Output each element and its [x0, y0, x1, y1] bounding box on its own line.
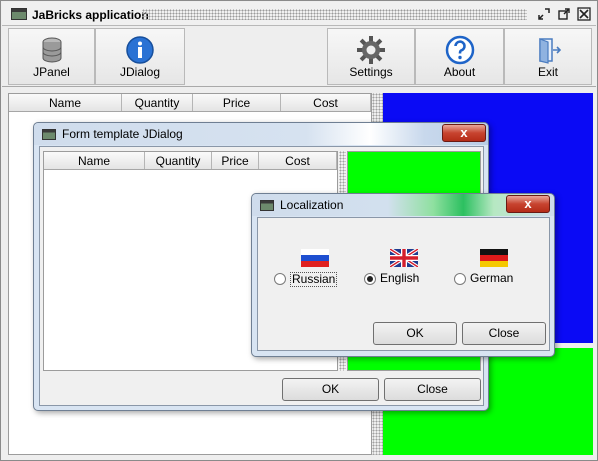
- english-radio-label[interactable]: English: [380, 272, 419, 285]
- toolbar: JPanel JDialog Settings About Exit: [2, 27, 596, 87]
- jpanel-button-label: JPanel: [33, 65, 70, 79]
- title-bar-grip: [142, 9, 527, 20]
- germany-flag-icon: [480, 249, 508, 267]
- application-window: JaBricks application JPanel JDialog Sett…: [0, 0, 598, 461]
- column-header-cost[interactable]: Cost: [281, 94, 371, 111]
- form-column-header-name[interactable]: Name: [44, 152, 145, 169]
- jpanel-button[interactable]: JPanel: [8, 28, 95, 85]
- maximize-icon[interactable]: [557, 7, 571, 21]
- localization-close-button[interactable]: Close: [462, 322, 546, 345]
- column-header-quantity[interactable]: Quantity: [122, 94, 193, 111]
- form-dialog-app-icon: [42, 129, 56, 140]
- settings-button[interactable]: Settings: [327, 28, 415, 85]
- jdialog-button[interactable]: JDialog: [95, 28, 185, 85]
- localization-dialog-close-icon[interactable]: x: [506, 195, 550, 213]
- exit-button-label: Exit: [537, 65, 558, 79]
- column-header-price[interactable]: Price: [193, 94, 281, 111]
- form-dialog-title: Form template JDialog: [62, 127, 183, 141]
- settings-button-label: Settings: [349, 65, 393, 79]
- exit-button[interactable]: Exit: [504, 28, 592, 85]
- english-radio[interactable]: [364, 273, 376, 285]
- exit-door-icon: [539, 38, 562, 64]
- app-title: JaBricks application: [32, 8, 149, 22]
- form-dialog-ok-button[interactable]: OK: [282, 378, 379, 401]
- uk-flag-icon: [390, 249, 418, 267]
- localization-dialog-title: Localization: [280, 198, 344, 212]
- localization-dialog-app-icon: [260, 200, 274, 211]
- localization-dialog-title-bar[interactable]: Localization x: [252, 194, 554, 216]
- gear-icon: [357, 36, 385, 64]
- close-icon[interactable]: [577, 7, 591, 21]
- question-icon: [445, 35, 474, 65]
- localization-dialog-body: Russian English German OK Close: [257, 217, 550, 351]
- column-header-name[interactable]: Name: [9, 94, 122, 111]
- about-button-label: About: [443, 65, 476, 79]
- form-column-header-quantity[interactable]: Quantity: [145, 152, 212, 169]
- localization-dialog: Localization x Russian English German OK…: [251, 193, 555, 357]
- form-column-header-cost[interactable]: Cost: [259, 152, 337, 169]
- app-icon: [11, 8, 27, 20]
- form-dialog-title-bar[interactable]: Form template JDialog x: [34, 123, 488, 145]
- database-icon: [42, 37, 61, 63]
- about-button[interactable]: About: [415, 28, 504, 85]
- form-column-header-price[interactable]: Price: [212, 152, 259, 169]
- russian-radio-label[interactable]: Russian: [290, 272, 338, 287]
- form-dialog-close-icon[interactable]: x: [442, 124, 486, 142]
- minimize-icon[interactable]: [537, 7, 551, 21]
- form-dialog-close-button[interactable]: Close: [384, 378, 481, 401]
- german-radio-label[interactable]: German: [470, 272, 513, 285]
- german-radio[interactable]: [454, 273, 466, 285]
- localization-ok-button[interactable]: OK: [373, 322, 457, 345]
- russia-flag-icon: [301, 249, 329, 267]
- info-icon: [126, 36, 154, 64]
- jdialog-button-label: JDialog: [119, 65, 161, 79]
- russian-radio[interactable]: [274, 273, 286, 285]
- form-dialog-table-header: Name Quantity Price Cost: [44, 152, 337, 170]
- main-table-header: Name Quantity Price Cost: [9, 94, 371, 112]
- title-bar[interactable]: JaBricks application: [2, 2, 596, 26]
